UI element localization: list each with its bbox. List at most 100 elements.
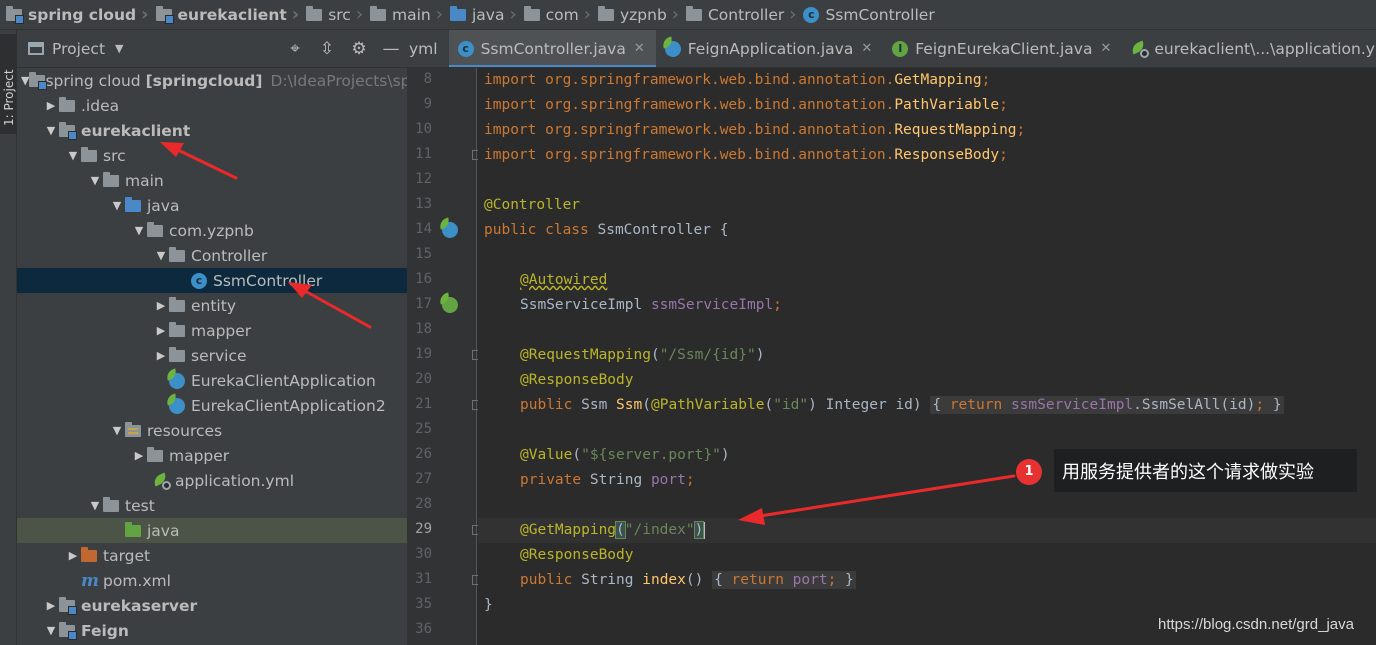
project-tool-window-tab[interactable]: 1: Project <box>0 34 17 134</box>
tree-item-resources[interactable]: ▼ resources <box>17 418 407 443</box>
collapsed-arrow-icon[interactable]: ▶ <box>153 299 169 312</box>
breadcrumb-item-main[interactable]: main › <box>370 0 450 30</box>
tree-item-java[interactable]: ▼ java <box>17 193 407 218</box>
breadcrumb-item-module[interactable]: eurekaclient › <box>155 0 307 30</box>
tree-item-application-yml[interactable]: application.yml <box>17 468 407 493</box>
package-icon <box>147 222 163 237</box>
code-editor[interactable]: import org.springframework.web.bind.anno… <box>478 68 1376 645</box>
tree-item-main[interactable]: ▼ main <box>17 168 407 193</box>
collapse-icon[interactable]: ⇳ <box>311 39 343 59</box>
code-line: SsmServiceImpl ssmServiceImpl; <box>520 297 782 313</box>
project-panel: Project ▼ ⌖ ⇳ ⚙ — ▼ spring cloud [springc… <box>17 30 407 645</box>
tree-item-test-java[interactable]: java <box>17 518 407 543</box>
tree-item-ssmcontroller[interactable]: c SsmController <box>17 268 407 293</box>
tree-item-controller[interactable]: ▼ Controller <box>17 243 407 268</box>
tree-item-spring-cloud[interactable]: ▼ spring cloud [springcloud] D:\IdeaProjec… <box>17 68 407 93</box>
editor-gutter[interactable]: 8 9 10 11 12 13 14 15 16 17 18 19 20 21 … <box>407 68 482 645</box>
folded-block[interactable]: { return ssmServiceImpl.SsmSelAll(id); } <box>930 396 1284 414</box>
tree-item-eurekaclient[interactable]: ▼ eurekaclient <box>17 118 407 143</box>
source-folder-icon <box>449 5 466 21</box>
spring-boot-class-icon <box>164 368 185 389</box>
breadcrumb-item-controller[interactable]: Controller › <box>685 0 803 30</box>
collapsed-arrow-icon[interactable]: ▶ <box>153 349 169 362</box>
tree-item-target[interactable]: ▶ target <box>17 543 407 568</box>
code-line: @RequestMapping("/Ssm/{id}") <box>520 347 765 363</box>
tree-item-pom-xml[interactable]: m pom.xml <box>17 568 407 593</box>
module-folder-icon <box>6 5 24 24</box>
expanded-arrow-icon[interactable]: ▼ <box>43 124 59 137</box>
breadcrumb-item-src[interactable]: src › <box>306 0 370 30</box>
breadcrumb-item-yzpnb[interactable]: yzpnb › <box>597 0 686 30</box>
tree-item-com-yzpnb[interactable]: ▼ com.yzpnb <box>17 218 407 243</box>
close-icon[interactable]: ✕ <box>861 41 872 56</box>
code-line: public Ssm Ssm(@PathVariable("id") Integ… <box>520 396 1284 414</box>
tab-ssmcontroller-java[interactable]: c SsmController.java ✕ <box>448 30 656 67</box>
project-view-selector[interactable]: Project <box>52 40 105 58</box>
code-line: public String index() { return port; } <box>520 571 856 589</box>
breadcrumb-item-java[interactable]: java › <box>449 0 524 30</box>
folder-icon <box>103 172 119 187</box>
spring-bean-gutter-icon[interactable] <box>437 217 458 238</box>
code-line: @GetMapping("/index") <box>520 521 706 539</box>
line-number: 21 <box>415 396 432 412</box>
line-number: 29 <box>415 521 432 537</box>
tree-item-mapper[interactable]: ▶ mapper <box>17 318 407 343</box>
tab-feignapplication-java[interactable]: FeignApplication.java ✕ <box>656 30 884 67</box>
collapsed-arrow-icon[interactable]: ▶ <box>43 599 59 612</box>
expanded-arrow-icon[interactable]: ▼ <box>43 624 59 637</box>
tree-item-eurekaclientapplication[interactable]: EurekaClientApplication <box>17 368 407 393</box>
collapsed-arrow-icon[interactable]: ▶ <box>131 449 147 462</box>
folder-icon <box>59 97 75 112</box>
project-window-icon <box>28 42 44 55</box>
expanded-arrow-icon[interactable]: ▼ <box>109 424 125 437</box>
minimize-icon[interactable]: — <box>375 39 407 59</box>
breadcrumb-item-ssmcontroller[interactable]: c SsmController <box>803 0 935 30</box>
expanded-arrow-icon[interactable]: ▼ <box>87 174 103 187</box>
expanded-arrow-icon[interactable]: ▼ <box>109 199 125 212</box>
collapsed-arrow-icon[interactable]: ▶ <box>65 549 81 562</box>
tree-item-idea[interactable]: ▶ .idea <box>17 93 407 118</box>
breadcrumb-item-project[interactable]: spring cloud › <box>6 0 156 30</box>
close-icon[interactable]: ✕ <box>1100 41 1111 56</box>
expanded-arrow-icon[interactable]: ▼ <box>87 499 103 512</box>
tree-item-entity[interactable]: ▶ entity <box>17 293 407 318</box>
tree-item-test[interactable]: ▼ test <box>17 493 407 518</box>
line-number: 15 <box>415 246 432 262</box>
close-icon[interactable]: ✕ <box>634 41 645 56</box>
expanded-arrow-icon[interactable]: ▼ <box>21 74 29 87</box>
tab-yml[interactable]: yml <box>407 30 449 67</box>
resources-folder-icon <box>125 422 141 437</box>
line-number: 20 <box>415 371 432 387</box>
tree-item-eurekaclientapplication2[interactable]: EurekaClientApplication2 <box>17 393 407 418</box>
chevron-down-icon[interactable]: ▼ <box>115 42 123 55</box>
breadcrumb-item-com[interactable]: com › <box>523 0 598 30</box>
code-line: import org.springframework.web.bind.anno… <box>484 147 1008 163</box>
collapsed-arrow-icon[interactable]: ▶ <box>43 99 59 112</box>
code-line: @Controller <box>484 197 581 213</box>
tree-item-service[interactable]: ▶ service <box>17 343 407 368</box>
expanded-arrow-icon[interactable]: ▼ <box>153 249 169 262</box>
code-line: @Autowired <box>520 272 608 288</box>
line-number: 36 <box>415 621 432 637</box>
tree-item-src[interactable]: ▼ src <box>17 143 407 168</box>
expanded-arrow-icon[interactable]: ▼ <box>65 149 81 162</box>
tab-feigneurekaclient-java[interactable]: I FeignEurekaClient.java ✕ <box>883 30 1122 67</box>
gear-icon[interactable]: ⚙ <box>343 39 375 59</box>
line-number: 25 <box>415 421 432 437</box>
line-number: 18 <box>415 321 432 337</box>
spring-autowired-gutter-icon[interactable] <box>437 292 458 313</box>
line-number: 8 <box>423 71 432 87</box>
crosshair-icon[interactable]: ⌖ <box>279 39 311 59</box>
folded-block[interactable]: { return port; } <box>712 571 856 589</box>
code-line: import org.springframework.web.bind.anno… <box>484 97 1008 113</box>
expanded-arrow-icon[interactable]: ▼ <box>131 224 147 237</box>
text-caret <box>703 521 706 539</box>
line-number: 31 <box>415 571 432 587</box>
tree-item-eurekaserver[interactable]: ▶ eurekaserver <box>17 593 407 618</box>
package-icon <box>169 247 185 262</box>
line-number: 13 <box>415 196 432 212</box>
tab-application-yml[interactable]: eurekaclient\...\application.yml✕ <box>1122 30 1376 67</box>
tree-item-feign[interactable]: ▼ Feign <box>17 618 407 643</box>
tree-item-resources-mapper[interactable]: ▶ mapper <box>17 443 407 468</box>
collapsed-arrow-icon[interactable]: ▶ <box>153 324 169 337</box>
